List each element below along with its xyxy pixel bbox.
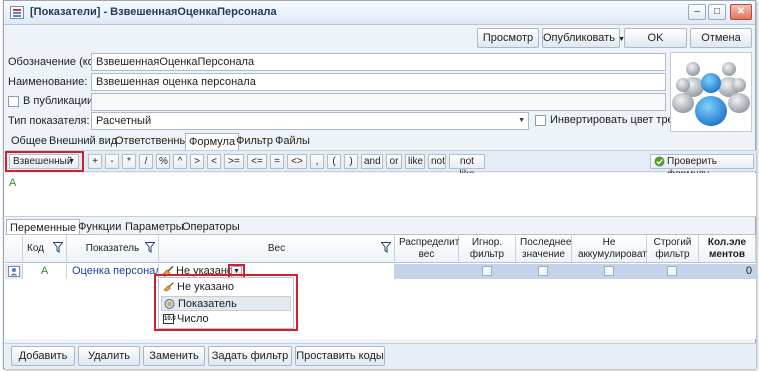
formula-toolbar: Взвешенный ▼ + - * / % ^ > < >= <= = <> ,… <box>5 150 756 180</box>
filter-icon[interactable] <box>381 242 391 253</box>
ok-button[interactable]: OK <box>624 28 687 48</box>
strict-filter-cell[interactable] <box>647 264 699 279</box>
indicator-image[interactable] <box>670 52 752 132</box>
close-icon[interactable]: ✕ <box>730 4 752 20</box>
column-header-distribute-weight[interactable]: Распределить вес <box>395 235 465 263</box>
type-select-value: Расчетный <box>96 115 152 127</box>
column-header-ignore-filter-label: Игнор. фильтр <box>469 237 505 260</box>
element-count-cell[interactable]: 0 <box>699 264 756 279</box>
column-header-last-value[interactable]: Последнее значение <box>516 235 572 263</box>
row-indicator-header <box>5 235 23 263</box>
publish-label: Опубликовать <box>543 32 615 44</box>
op-less-button[interactable]: < <box>207 154 221 169</box>
column-header-strict-filter-label: Строгий фильтр <box>653 237 692 260</box>
name-label: Наименование: <box>8 76 88 88</box>
insert-codes-button[interactable]: Проставить коды <box>295 346 385 366</box>
replace-button[interactable]: Заменить <box>143 346 205 366</box>
distribute-weight-cell[interactable] <box>395 264 459 279</box>
minimize-icon[interactable]: – <box>688 4 706 20</box>
op-minus-button[interactable]: - <box>105 154 119 169</box>
code-field[interactable]: ВзвешеннаяОценкаПерсонала <box>91 53 666 71</box>
table-row-indicator-link[interactable]: Оценка персонала <box>67 264 159 279</box>
set-filter-button[interactable]: Задать фильтр <box>208 346 292 366</box>
column-header-code[interactable]: Код <box>23 235 67 263</box>
highlight-mode-box <box>5 151 84 172</box>
maximize-icon[interactable]: □ <box>708 4 726 20</box>
column-header-weight-label: Вес <box>267 243 286 254</box>
column-header-last-value-label: Последнее значение <box>520 237 572 260</box>
row-selector[interactable] <box>5 264 23 279</box>
op-multiply-button[interactable]: * <box>122 154 136 169</box>
op-close-paren-button[interactable]: ) <box>344 154 358 169</box>
indicator-app-icon <box>10 6 24 19</box>
column-header-weight[interactable]: Вес <box>159 235 395 263</box>
op-power-button[interactable]: ^ <box>173 154 187 169</box>
indicator-editor-window: [Показатели] - ВзвешеннаяОценкаПерсонала… <box>3 0 756 369</box>
no-accumulate-checkbox[interactable] <box>604 266 614 276</box>
tab-files[interactable]: Файлы <box>272 133 313 150</box>
filter-icon[interactable] <box>53 242 63 253</box>
main-tabs: Общее Внешний вид Ответственные Формула … <box>4 133 755 150</box>
chevron-down-icon: ▼ <box>518 117 525 124</box>
window-title: [Показатели] - ВзвешеннаяОценкаПерсонала <box>30 6 277 18</box>
column-header-indicator[interactable]: Показатель <box>67 235 159 263</box>
column-header-ignore-filter[interactable]: Игнор. фильтр <box>459 235 516 263</box>
delete-button[interactable]: Удалить <box>78 346 140 366</box>
in-publication-checkbox[interactable] <box>8 96 19 107</box>
op-open-paren-button[interactable]: ( <box>327 154 341 169</box>
in-publication-label: В публикации: <box>23 95 97 107</box>
last-value-checkbox[interactable] <box>538 266 548 276</box>
type-label: Тип показателя: <box>8 115 90 127</box>
column-header-strict-filter[interactable]: Строгий фильтр <box>647 235 699 263</box>
no-accumulate-cell[interactable] <box>572 264 647 279</box>
cancel-button[interactable]: Отмена <box>690 28 752 48</box>
last-value-cell[interactable] <box>516 264 572 279</box>
ignore-filter-cell[interactable] <box>459 264 516 279</box>
highlight-dropdown-box <box>154 274 298 331</box>
tab-filter[interactable]: Фильтр <box>233 133 276 150</box>
add-button[interactable]: Добавить <box>11 346 75 366</box>
op-comma-button[interactable]: , <box>310 154 324 169</box>
op-not-button[interactable]: not <box>428 154 446 169</box>
name-field[interactable]: Взвешенная оценка персонала <box>91 73 666 91</box>
strict-filter-checkbox[interactable] <box>667 266 677 276</box>
tab-formula[interactable]: Формула <box>185 133 240 150</box>
variables-grid: Код Показатель Вес Распределить вес Игно… <box>5 234 756 339</box>
in-publication-field[interactable] <box>91 93 666 111</box>
op-less-equal-button[interactable]: <= <box>247 154 267 169</box>
check-formula-button[interactable]: Проверить формулу <box>650 154 754 180</box>
column-header-distribute-weight-label: Распределить вес <box>399 237 465 260</box>
op-divide-button[interactable]: / <box>139 154 153 169</box>
person-icon <box>8 266 20 277</box>
formula-editor[interactable]: A <box>5 173 756 217</box>
op-not-like-button[interactable]: not like <box>449 154 485 180</box>
type-select[interactable]: Расчетный ▼ <box>91 112 529 130</box>
preview-button[interactable]: Просмотр <box>477 28 539 48</box>
filter-icon[interactable] <box>145 242 155 253</box>
op-plus-button[interactable]: + <box>88 154 102 169</box>
check-circle-icon <box>654 156 665 167</box>
column-header-element-count[interactable]: Кол.эле ментов <box>699 235 756 263</box>
op-greater-button[interactable]: > <box>190 154 204 169</box>
tab-general[interactable]: Общее <box>8 133 50 150</box>
op-greater-equal-button[interactable]: >= <box>224 154 244 169</box>
op-or-button[interactable]: or <box>386 154 402 169</box>
op-not-equal-button[interactable]: <> <box>287 154 307 169</box>
title-bar: [Показатели] - ВзвешеннаяОценкаПерсонала… <box>4 1 755 25</box>
column-header-no-accumulate[interactable]: Не аккумулировать <box>572 235 652 263</box>
column-header-element-count-label: Кол.эле ментов <box>707 237 747 260</box>
people-group-icon <box>672 62 750 126</box>
op-like-button[interactable]: like <box>405 154 425 169</box>
publish-button[interactable]: Опубликовать ▼ <box>542 28 625 48</box>
column-header-no-accumulate-label: Не аккумулировать <box>578 237 652 260</box>
tab-appearance[interactable]: Внешний вид <box>46 133 120 150</box>
op-and-button[interactable]: and <box>361 154 383 169</box>
table-row-code[interactable]: A <box>23 264 67 279</box>
ignore-filter-checkbox[interactable] <box>482 266 492 276</box>
op-equal-button[interactable]: = <box>270 154 284 169</box>
tab-responsible[interactable]: Ответственные <box>112 133 197 150</box>
op-percent-button[interactable]: % <box>156 154 170 169</box>
invert-color-checkbox[interactable] <box>535 115 546 126</box>
formula-text: A <box>9 177 17 189</box>
